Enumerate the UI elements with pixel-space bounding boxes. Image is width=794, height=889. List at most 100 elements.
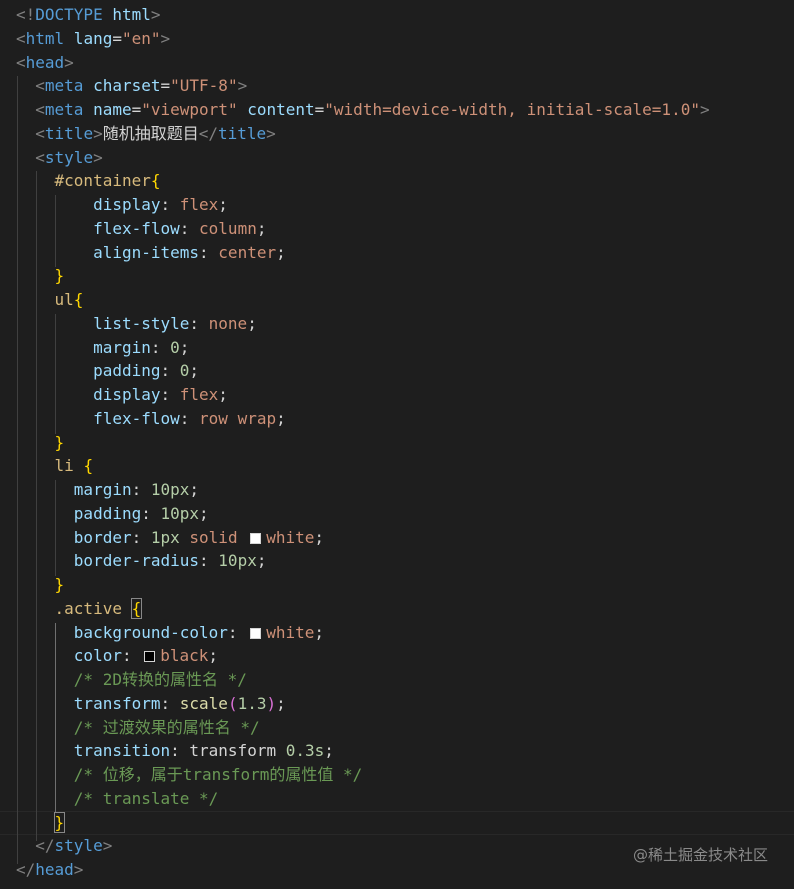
code-line[interactable]: li { bbox=[16, 454, 94, 478]
code-line[interactable]: align-items: center; bbox=[16, 241, 286, 265]
code-token: name bbox=[83, 100, 132, 119]
code-line[interactable]: <html lang="en"> bbox=[16, 27, 170, 51]
code-line[interactable]: display: flex; bbox=[16, 193, 228, 217]
code-token: ; bbox=[324, 741, 334, 761]
code-token: 1.3 bbox=[237, 693, 267, 713]
code-line[interactable]: <!DOCTYPE html> bbox=[16, 3, 161, 27]
code-token: display bbox=[93, 195, 161, 214]
code-token: > bbox=[93, 147, 103, 167]
code-line[interactable]: color: black; bbox=[16, 644, 218, 668]
code-token: > bbox=[150, 5, 161, 24]
code-line[interactable]: flex-flow: column; bbox=[16, 217, 266, 241]
code-token: > bbox=[266, 123, 276, 143]
current-line-highlight bbox=[0, 811, 794, 835]
code-token: .active bbox=[54, 598, 122, 618]
code-line[interactable]: /* 2D转换的属性名 */ bbox=[16, 668, 247, 692]
code-editor[interactable]: <!DOCTYPE html> <html lang="en"> <head> <m… bbox=[0, 0, 794, 889]
code-line[interactable]: } bbox=[16, 431, 65, 455]
code-token: none bbox=[208, 313, 248, 333]
code-token: transition bbox=[73, 741, 171, 761]
code-line[interactable]: padding: 10px; bbox=[16, 502, 209, 526]
code-token: center bbox=[218, 242, 277, 262]
code-line[interactable]: </style> bbox=[16, 834, 112, 858]
code-token: 1px bbox=[150, 527, 180, 547]
code-line[interactable]: flex-flow: row wrap; bbox=[16, 407, 286, 431]
code-token: } bbox=[53, 811, 66, 833]
code-line[interactable]: margin: 0; bbox=[16, 336, 189, 360]
code-line[interactable]: margin: 10px; bbox=[16, 478, 199, 502]
code-token: list-style bbox=[93, 313, 190, 333]
code-line[interactable]: } bbox=[16, 573, 65, 597]
code-token: 10px bbox=[160, 503, 200, 523]
code-token: < bbox=[35, 123, 45, 143]
code-line[interactable]: /* translate */ bbox=[16, 787, 219, 811]
code-line[interactable]: border-radius: 10px; bbox=[16, 549, 267, 573]
code-line[interactable]: #container{ bbox=[16, 169, 161, 193]
code-token: "en" bbox=[121, 28, 161, 48]
code-token: > bbox=[102, 836, 113, 856]
code-token: style bbox=[44, 147, 94, 167]
code-token: = bbox=[160, 76, 171, 96]
code-line[interactable]: <title>随机抽取题目</title> bbox=[16, 122, 276, 146]
code-token: > bbox=[93, 123, 103, 143]
code-line[interactable]: } bbox=[16, 264, 65, 288]
code-token: /* 过渡效果的属性名 */ bbox=[73, 717, 260, 737]
code-line[interactable]: transition: transform 0.3s; bbox=[16, 739, 334, 763]
code-token: display bbox=[93, 385, 161, 404]
code-token: margin bbox=[93, 337, 151, 357]
code-token: </ bbox=[198, 123, 218, 143]
code-line[interactable]: .active { bbox=[16, 597, 143, 621]
code-line[interactable]: ul{ bbox=[16, 288, 84, 312]
code-line[interactable]: background-color: white; bbox=[16, 621, 324, 645]
code-line[interactable]: transform: scale(1.3); bbox=[16, 692, 286, 716]
code-token: meta bbox=[44, 100, 84, 119]
code-token: : bbox=[131, 480, 151, 499]
code-line[interactable]: <head> bbox=[16, 51, 74, 75]
code-token: 0.3s bbox=[285, 741, 325, 761]
code-line[interactable]: list-style: none; bbox=[16, 312, 257, 336]
code-line[interactable]: display: flex; bbox=[16, 383, 228, 407]
code-token: white bbox=[266, 622, 315, 642]
code-token: = bbox=[112, 28, 122, 48]
code-token: </ bbox=[16, 860, 36, 879]
color-swatch[interactable] bbox=[144, 651, 156, 663]
color-swatch[interactable] bbox=[250, 532, 262, 544]
code-token: ; bbox=[276, 408, 286, 428]
code-line[interactable]: /* 位移，属于transform的属性值 */ bbox=[16, 763, 363, 787]
code-token: } bbox=[54, 575, 65, 594]
code-line[interactable]: <meta name="viewport" content="width=dev… bbox=[16, 98, 709, 122]
code-line[interactable]: </head> bbox=[16, 858, 83, 882]
code-token: style bbox=[54, 836, 103, 856]
code-token: ; bbox=[314, 622, 324, 642]
code-token: align-items bbox=[93, 242, 200, 262]
code-line[interactable]: <meta charset="UTF-8"> bbox=[16, 74, 247, 98]
code-token: white bbox=[266, 527, 315, 547]
code-token: 随机抽取题目 bbox=[102, 123, 199, 143]
code-token: title bbox=[44, 123, 94, 143]
code-token: < bbox=[35, 100, 45, 119]
watermark: @稀土掘金技术社区 bbox=[632, 846, 768, 864]
code-line[interactable]: } bbox=[16, 811, 66, 835]
code-line[interactable]: border: 1px solid white; bbox=[16, 526, 324, 550]
code-line[interactable]: padding: 0; bbox=[16, 359, 199, 383]
code-line[interactable]: /* 过渡效果的属性名 */ bbox=[16, 716, 260, 740]
code-token: DOCTYPE bbox=[35, 5, 103, 24]
code-token: transform bbox=[73, 693, 161, 713]
color-swatch[interactable] bbox=[250, 627, 262, 639]
code-token: ; bbox=[256, 218, 267, 238]
code-token: ; bbox=[314, 527, 325, 547]
code-line[interactable]: <style> bbox=[16, 146, 103, 170]
code-token: { bbox=[73, 290, 84, 309]
code-token: ; bbox=[208, 646, 219, 666]
